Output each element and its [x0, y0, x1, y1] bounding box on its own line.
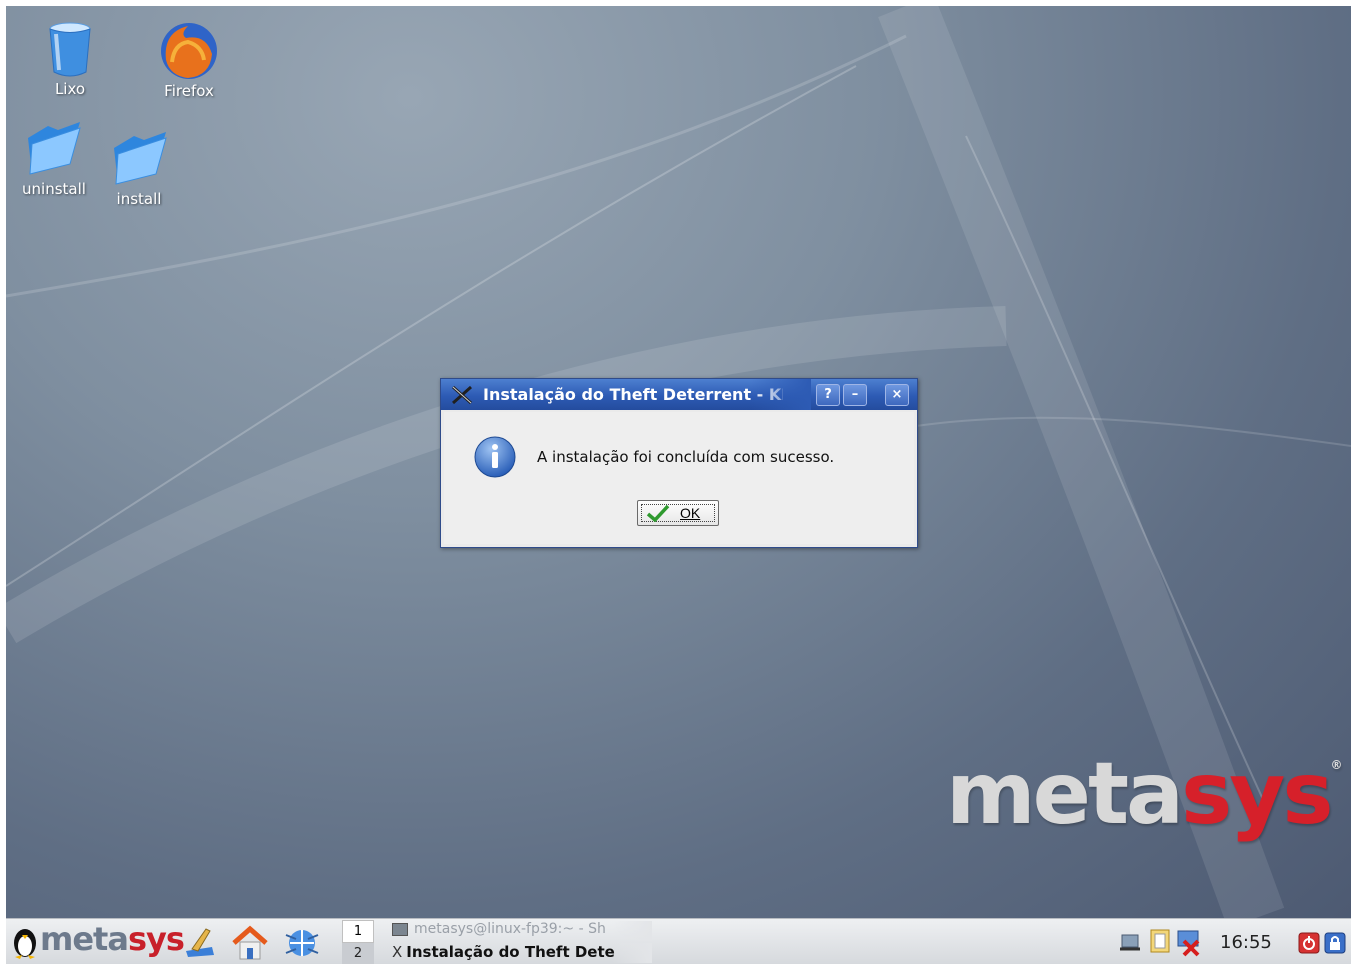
logo-text-accent: sys	[127, 920, 185, 958]
trash-icon	[49, 22, 91, 77]
desktop-show-icon[interactable]	[182, 925, 218, 959]
task-label: Instalação do Theft Dete	[406, 943, 615, 961]
pager-desktop-2[interactable]: 2	[342, 943, 374, 964]
app-icon	[452, 385, 472, 405]
brand-logo: metasys®	[946, 751, 1343, 837]
help-button[interactable]: ?	[816, 384, 840, 406]
logo-text: meta	[40, 920, 129, 958]
dialog-message: A instalação foi concluída com sucesso.	[537, 448, 835, 466]
folder-icon	[114, 132, 167, 185]
desktop-icon-label: uninstall	[22, 180, 86, 198]
browser-icon[interactable]	[282, 925, 322, 961]
minimize-button[interactable]: –	[843, 384, 867, 406]
terminal-icon	[392, 922, 408, 936]
brand-text-accent: sys	[1181, 744, 1333, 844]
desktop-icon-uninstall[interactable]: uninstall	[14, 118, 94, 198]
ok-button-label: OK	[680, 505, 701, 521]
title-fade	[751, 379, 811, 410]
dialog-title: Instalação do Theft Deterrent - KD	[483, 385, 783, 404]
ok-button[interactable]: OK	[637, 500, 719, 526]
app-x-icon: X	[392, 943, 403, 961]
clock[interactable]: 16:55	[1220, 932, 1272, 953]
disconnected-icon[interactable]	[1174, 927, 1204, 957]
lock-screen-icon[interactable]	[1324, 932, 1346, 954]
task-terminal[interactable]: metasys@linux-fp39:~ - Sh	[392, 921, 652, 941]
tux-icon[interactable]	[10, 923, 40, 959]
home-icon[interactable]	[230, 925, 270, 961]
desktop-pager: 1 2	[342, 920, 374, 964]
folder-icon	[28, 122, 81, 175]
menu-button-logo[interactable]: metasys	[40, 920, 185, 958]
desktop-icon-trash[interactable]: Lixo	[40, 20, 100, 98]
desktop-icon-label: install	[116, 190, 162, 208]
klipper-icon[interactable]	[1148, 927, 1174, 955]
task-fade	[612, 921, 652, 941]
brand-text: meta	[946, 744, 1184, 844]
pager-desktop-1[interactable]: 1	[342, 920, 374, 943]
info-icon	[474, 436, 516, 478]
task-installer[interactable]: X Instalação do Theft Dete	[392, 943, 652, 963]
desktop-icon-label: Firefox	[164, 82, 214, 100]
registered-mark: ®	[1330, 758, 1343, 772]
desktop-icon-install[interactable]: install	[108, 128, 170, 208]
install-complete-dialog: Instalação do Theft Deterrent - KD ? – ×…	[440, 378, 918, 548]
taskbar: metasys 1 2 metasys@linux-fp39:~ - Sh XI…	[6, 918, 1351, 964]
dialog-body: A instalação foi concluída com sucesso. …	[444, 412, 914, 544]
task-label: metasys@linux-fp39:~ - Sh	[414, 921, 606, 937]
close-button[interactable]: ×	[885, 384, 909, 406]
desktop-icon-label: Lixo	[54, 80, 86, 98]
checkmark-icon	[646, 504, 670, 522]
desktop-icon-firefox[interactable]: Firefox	[154, 20, 224, 100]
network-icon[interactable]	[1118, 929, 1144, 955]
task-fade	[612, 943, 652, 963]
dialog-titlebar[interactable]: Instalação do Theft Deterrent - KD ? – ×	[441, 379, 917, 410]
power-icon[interactable]	[1298, 932, 1320, 954]
firefox-icon	[161, 23, 217, 79]
